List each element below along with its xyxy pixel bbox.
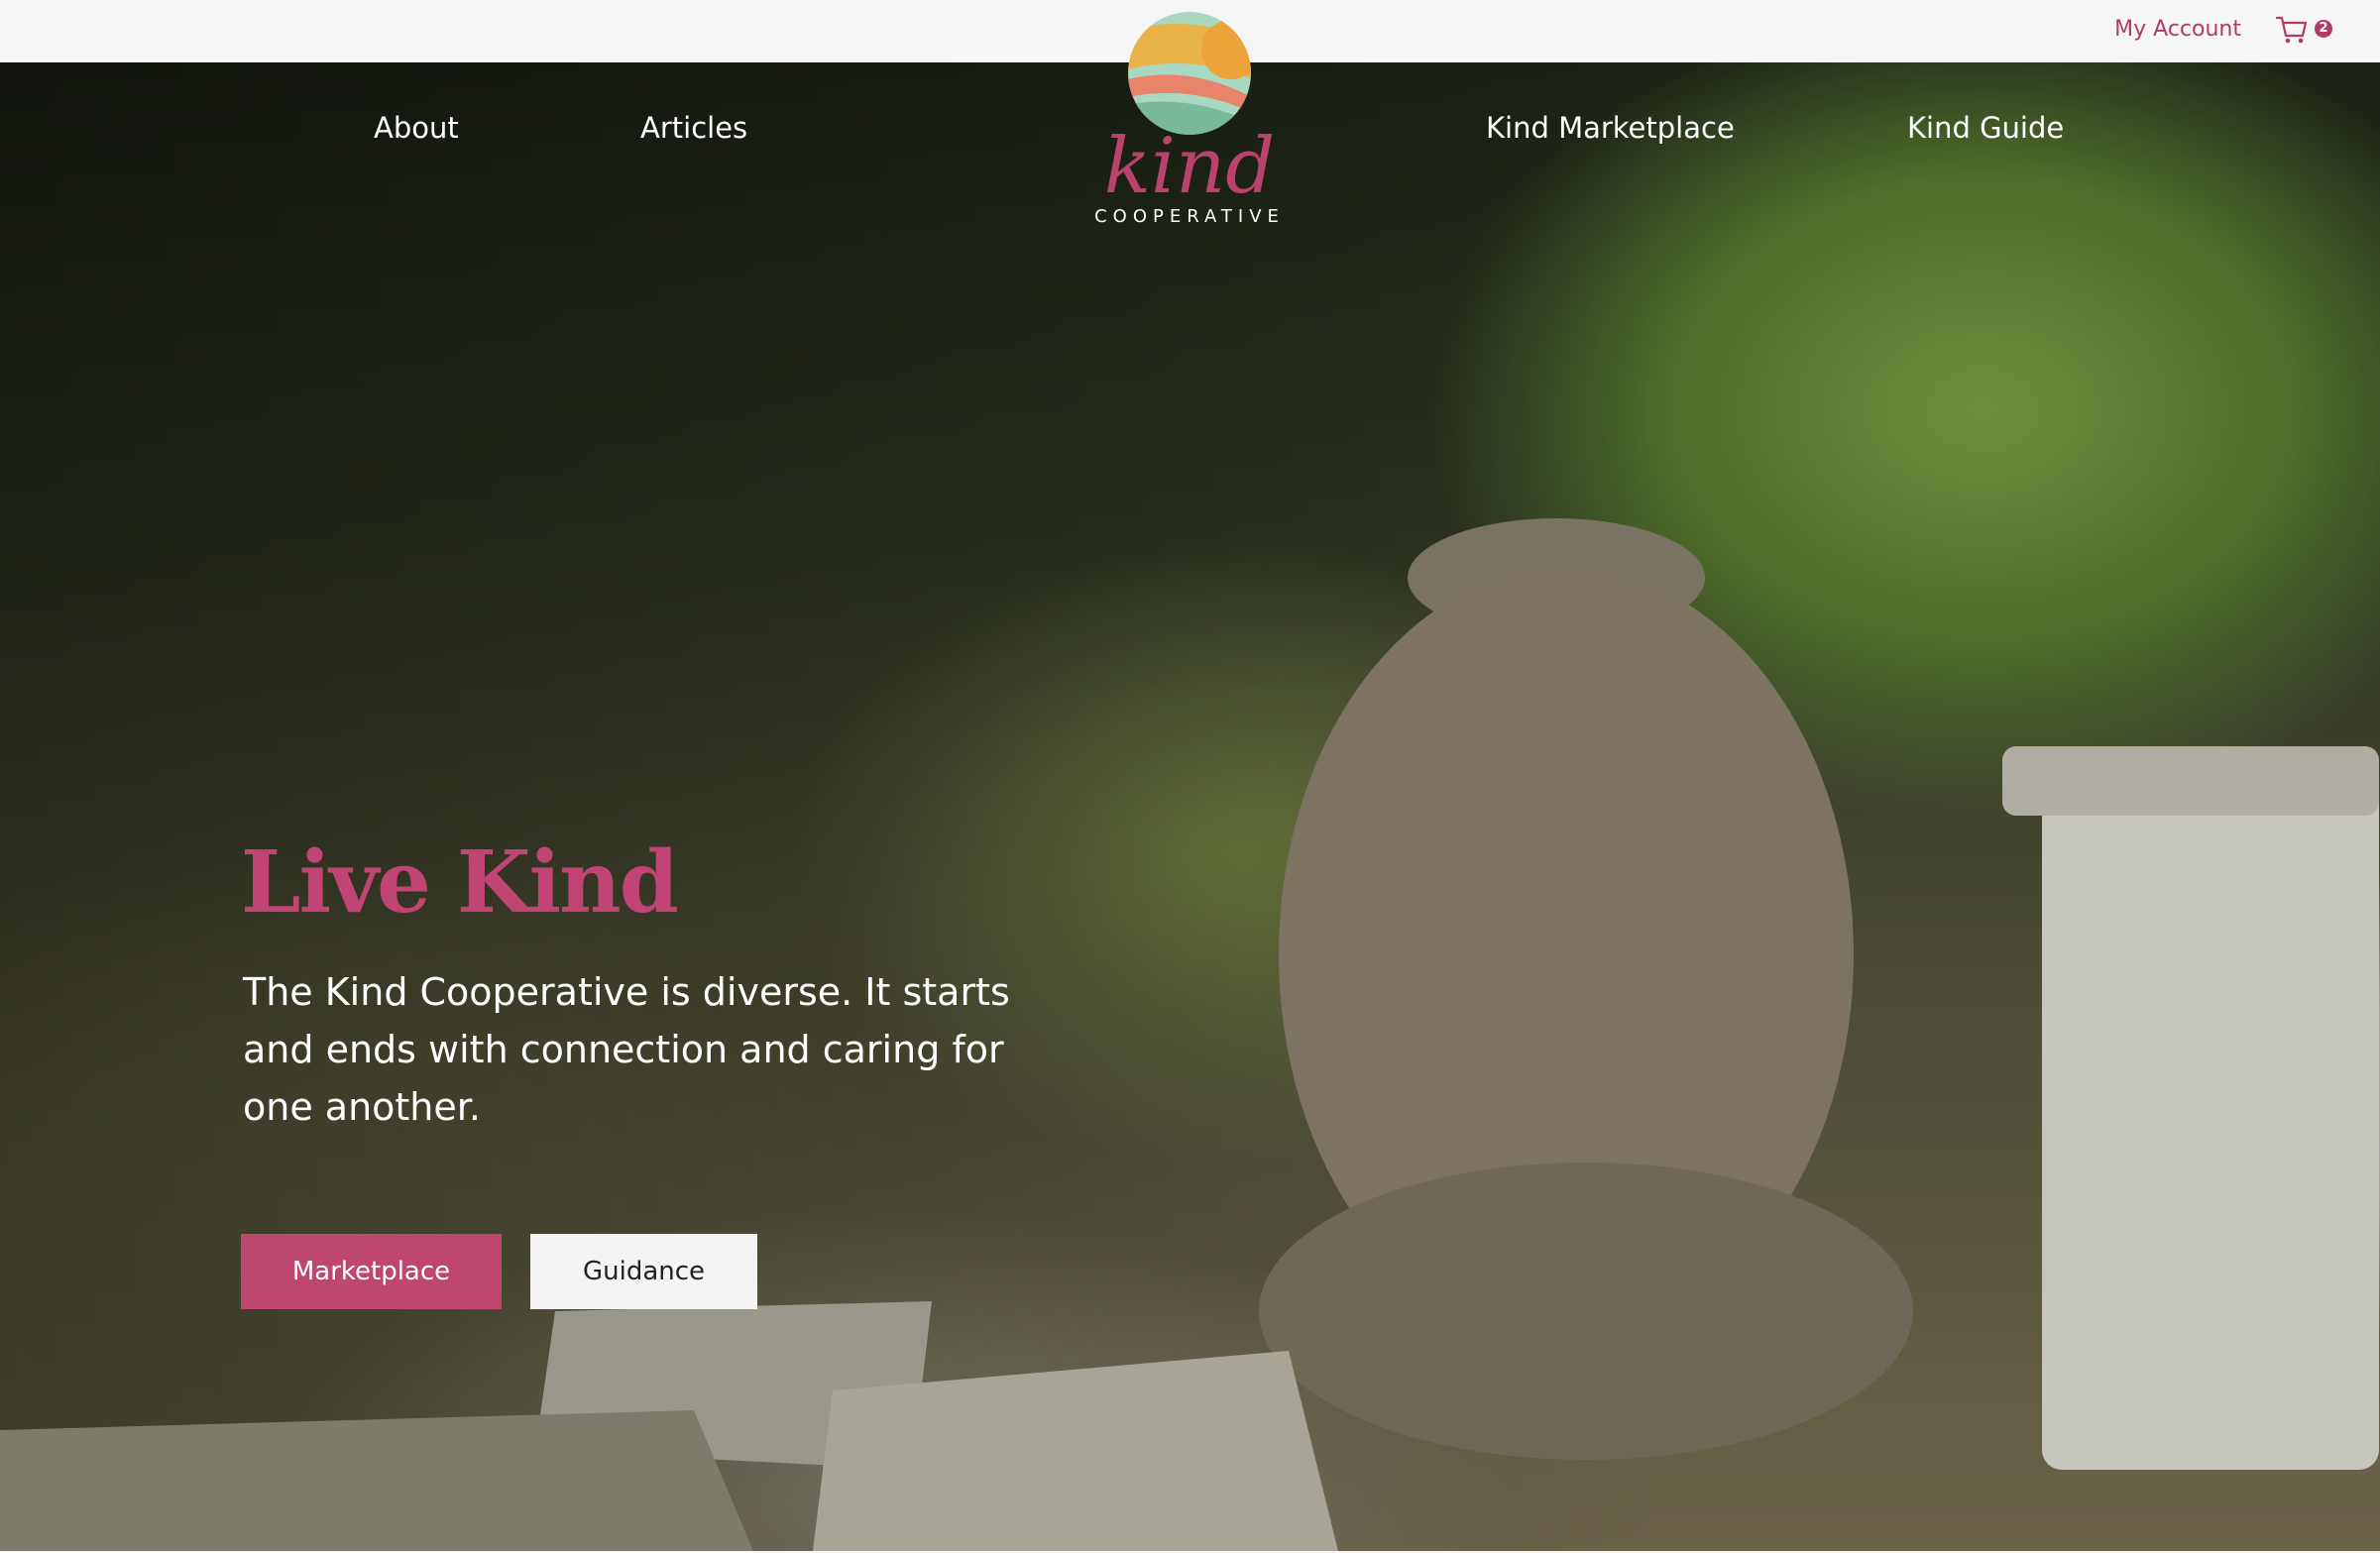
logo-subtitle: COOPERATIVE [1094,206,1285,227]
marketplace-button[interactable]: Marketplace [241,1234,502,1309]
nav-kind-marketplace[interactable]: Kind Marketplace [1486,111,1735,145]
hero-background-image [0,518,2379,1551]
logo-wordmark: kind [1104,122,1275,211]
logo-emblem: kind COOPERATIVE [1094,12,1285,227]
shopping-cart-icon [2275,16,2308,44]
cart-count-badge: 2 [2315,20,2332,38]
nav-articles[interactable]: Articles [640,111,747,145]
nav-kind-guide[interactable]: Kind Guide [1907,111,2064,145]
cart-button[interactable]: 2 [2275,14,2334,46]
hero-headline: Live Kind [241,832,679,933]
my-account-link[interactable]: My Account [2114,17,2241,42]
guidance-button[interactable]: Guidance [530,1234,757,1309]
nav-about[interactable]: About [374,111,459,145]
hero-section [0,62,2380,1551]
kind-cooperative-logo[interactable]: kind COOPERATIVE [1080,12,1299,230]
hero-description: The Kind Cooperative is diverse. It star… [243,970,1010,1129]
